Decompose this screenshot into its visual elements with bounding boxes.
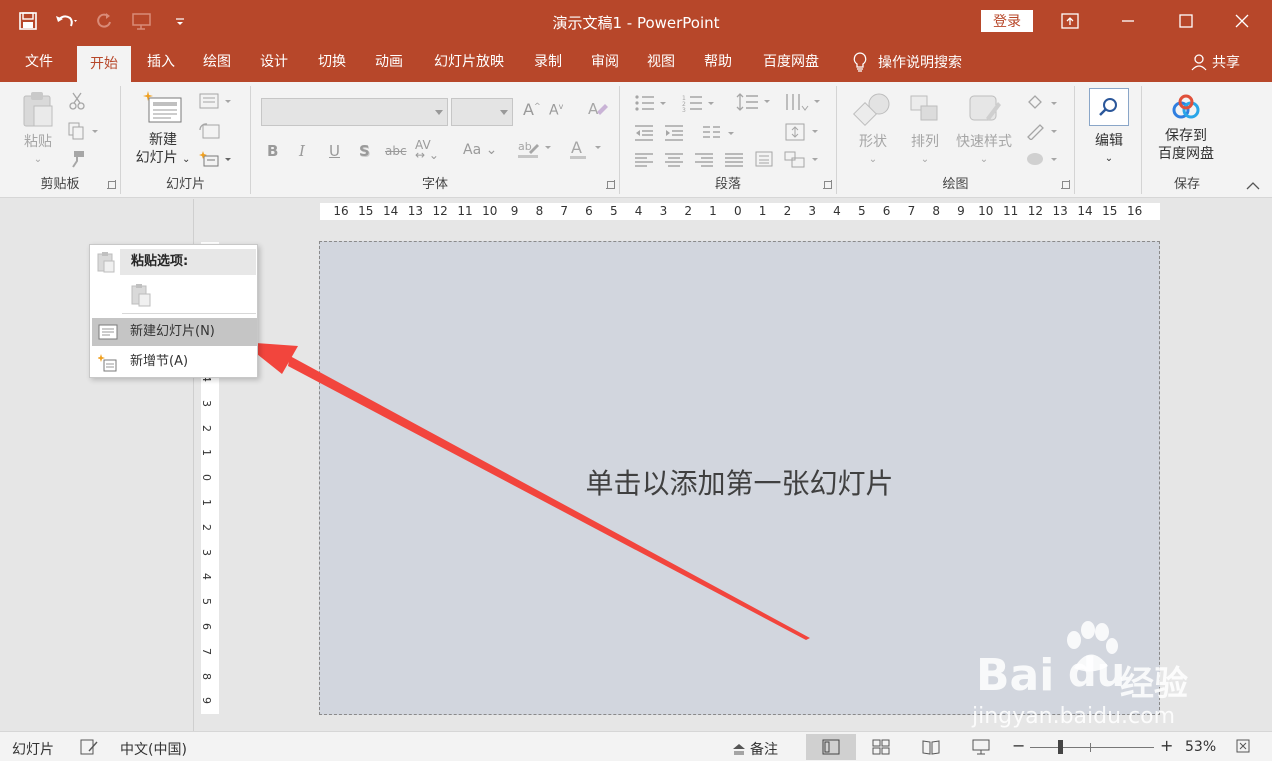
language-indicator[interactable]: 中文(中国) <box>120 739 187 759</box>
notes-label: 备注 <box>750 742 778 758</box>
paste-options-header: 粘贴选项: <box>120 249 256 275</box>
zoom-slider-midmark <box>1090 743 1091 752</box>
zoom-slider[interactable] <box>1030 740 1154 754</box>
menu-item-new-section[interactable]: 新增节(A) <box>92 348 257 376</box>
status-bar: 幻灯片 中文(中国) 备注 − + 53% <box>0 731 1272 761</box>
section-icon <box>98 354 117 372</box>
paste-options-icon <box>96 251 116 277</box>
zoom-in-icon[interactable]: + <box>1160 736 1173 755</box>
reading-view-icon[interactable] <box>922 739 940 759</box>
notes-icon <box>733 744 745 755</box>
watermark-suffix: 经验 <box>1120 664 1188 704</box>
fit-slide-icon[interactable] <box>1236 739 1250 757</box>
watermark-url: jingyan.baidu.com <box>972 704 1176 729</box>
context-menu: 粘贴选项: 新建幻灯片(N) 新增节(A) <box>89 244 258 378</box>
zoom-slider-thumb[interactable] <box>1058 740 1063 754</box>
zoom-level[interactable]: 53% <box>1185 739 1216 755</box>
normal-view-icon[interactable] <box>806 734 856 760</box>
slide-sorter-icon[interactable] <box>872 739 890 759</box>
new-section-menu-label: 新增节(A) <box>130 354 189 369</box>
notes-button[interactable]: 备注 <box>732 739 778 759</box>
baidu-jingyan-watermark: Bai du 经验 jingyan.baidu.com <box>970 620 1220 740</box>
menu-divider <box>122 313 256 314</box>
slideshow-view-icon[interactable] <box>972 739 990 759</box>
paste-keep-source-icon[interactable] <box>130 283 152 311</box>
new-slide-icon <box>98 324 118 340</box>
zoom-out-icon[interactable]: − <box>1012 736 1025 755</box>
watermark-brand: Bai <box>976 650 1055 701</box>
new-slide-menu-label: 新建幻灯片(N) <box>130 324 215 339</box>
watermark-brand-2: du <box>1068 650 1126 696</box>
slide-indicator: 幻灯片 <box>12 742 54 758</box>
spell-check-icon[interactable] <box>80 739 98 759</box>
menu-item-new-slide[interactable]: 新建幻灯片(N) <box>92 318 257 346</box>
